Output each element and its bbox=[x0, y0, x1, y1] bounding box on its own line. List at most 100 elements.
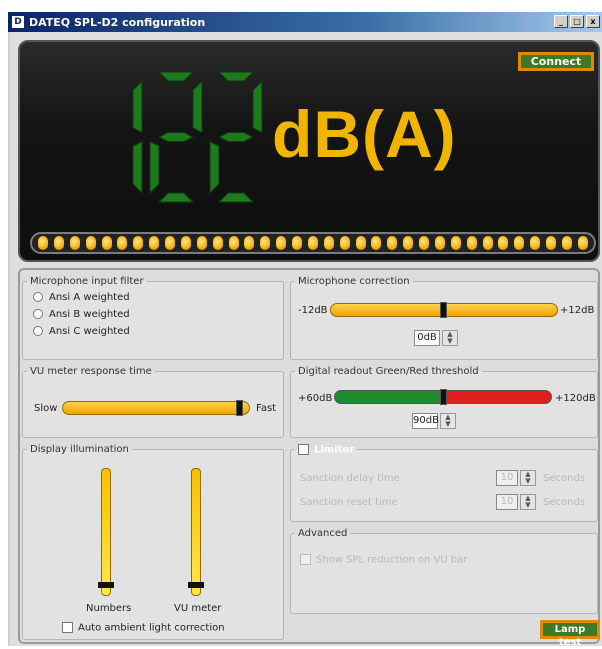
app-icon: D bbox=[12, 16, 24, 28]
led-dot bbox=[387, 236, 398, 250]
window-titlebar: D DATEQ SPL-D2 configuration _ □ x bbox=[8, 12, 602, 32]
led-dot bbox=[355, 236, 366, 250]
led-dot bbox=[371, 236, 382, 250]
led-dot bbox=[514, 236, 525, 250]
led-dot bbox=[434, 236, 445, 250]
radio-ansi-b[interactable]: Ansi B weighted bbox=[33, 307, 283, 321]
numbers-label: Numbers bbox=[86, 603, 132, 614]
maximize-icon[interactable]: □ bbox=[570, 15, 584, 28]
vu-response-max: Fast bbox=[256, 403, 277, 414]
radio-circle-icon bbox=[33, 326, 43, 336]
sanction-reset-stepper[interactable]: 10 ▲ ▼ bbox=[496, 494, 536, 510]
led-dot bbox=[69, 236, 80, 250]
threshold-value[interactable]: 90dB bbox=[412, 413, 439, 429]
checkbox-icon bbox=[62, 622, 73, 633]
mic-correction-legend: Microphone correction bbox=[298, 276, 410, 287]
threshold-stepper[interactable]: 90dB ▲ ▼ bbox=[412, 413, 456, 429]
led-dot bbox=[260, 236, 271, 250]
mic-correction-stepper[interactable]: 0dB ▲ ▼ bbox=[414, 330, 458, 346]
spin-arrows-icon[interactable]: ▲ ▼ bbox=[520, 494, 536, 510]
led-dot bbox=[546, 236, 556, 250]
vu-led-bar bbox=[30, 232, 596, 254]
threshold-legend: Digital readout Green/Red threshold bbox=[298, 366, 479, 377]
connect-button[interactable]: Connect bbox=[518, 52, 594, 71]
vu-response-thumb[interactable] bbox=[236, 400, 243, 416]
checkbox-icon bbox=[300, 554, 311, 565]
radio-circle-icon bbox=[33, 309, 43, 319]
radio-circle-icon bbox=[33, 292, 43, 302]
sanction-delay-value[interactable]: 10 bbox=[496, 470, 518, 486]
vu-response-legend: VU meter response time bbox=[30, 366, 152, 377]
digit-segment bbox=[132, 79, 143, 134]
led-dot bbox=[212, 236, 223, 250]
vu-meter-label: VU meter bbox=[174, 603, 222, 614]
mic-correction-max: +12dB bbox=[560, 305, 595, 316]
mic-correction-min: -12dB bbox=[298, 305, 328, 316]
led-dot bbox=[577, 236, 588, 250]
seven-segment-reading bbox=[132, 72, 263, 203]
threshold-thumb[interactable] bbox=[440, 389, 447, 405]
vu-response-min: Slow bbox=[34, 403, 58, 414]
numbers-brightness-slider[interactable] bbox=[101, 468, 111, 596]
sanction-reset-label: Sanction reset time bbox=[300, 497, 398, 508]
led-dot bbox=[403, 236, 414, 250]
spin-arrows-icon[interactable]: ▲ ▼ bbox=[520, 470, 536, 486]
led-dot bbox=[53, 236, 64, 250]
advanced-group: Advanced bbox=[290, 528, 598, 614]
led-dot bbox=[450, 236, 461, 250]
checkbox-icon bbox=[298, 444, 309, 455]
mic-correction-value[interactable]: 0dB bbox=[414, 330, 440, 346]
radio-label: Ansi A weighted bbox=[49, 291, 130, 303]
minimize-icon[interactable]: _ bbox=[554, 15, 568, 28]
led-dot bbox=[196, 236, 207, 250]
led-dot bbox=[244, 236, 255, 250]
led-dot bbox=[117, 236, 128, 250]
unit-label: dB(A) bbox=[272, 97, 457, 171]
digit-segment bbox=[217, 192, 255, 203]
led-dot bbox=[466, 236, 477, 250]
led-dot bbox=[165, 236, 175, 250]
led-dot bbox=[228, 236, 239, 250]
sanction-delay-unit: Seconds bbox=[543, 473, 586, 484]
mic-filter-group: Microphone input filter Ansi A weighted … bbox=[22, 276, 284, 360]
mic-filter-legend: Microphone input filter bbox=[30, 276, 144, 287]
digit-segment bbox=[192, 79, 203, 134]
close-icon[interactable]: x bbox=[586, 15, 600, 28]
led-dot bbox=[530, 236, 541, 250]
digit-segment bbox=[252, 79, 263, 134]
led-dot bbox=[38, 236, 48, 250]
sanction-delay-stepper[interactable]: 10 ▲ ▼ bbox=[496, 470, 536, 486]
led-dot bbox=[561, 236, 572, 250]
led-dot bbox=[323, 236, 334, 250]
advanced-legend: Advanced bbox=[298, 528, 348, 539]
radio-label: Ansi C weighted bbox=[49, 325, 130, 337]
auto-ambient-checkbox[interactable]: Auto ambient light correction bbox=[62, 622, 225, 634]
vu-brightness-slider[interactable] bbox=[191, 468, 201, 596]
led-dot bbox=[307, 236, 318, 250]
vu-brightness-thumb[interactable] bbox=[188, 582, 204, 588]
lamp-test-button[interactable]: Lamp test bbox=[540, 620, 600, 648]
led-dot bbox=[180, 236, 191, 250]
vu-response-slider[interactable] bbox=[62, 401, 250, 415]
led-dot bbox=[339, 236, 350, 250]
limiter-legend[interactable]: Limiter bbox=[295, 444, 357, 456]
threshold-min: +60dB bbox=[298, 393, 333, 404]
sanction-delay-label: Sanction delay time bbox=[300, 473, 400, 484]
illumination-group: Display illumination bbox=[22, 444, 284, 640]
radio-ansi-c[interactable]: Ansi C weighted bbox=[33, 324, 283, 338]
digit-segment bbox=[157, 192, 195, 203]
led-dot bbox=[292, 236, 302, 250]
show-spl-reduction-checkbox[interactable]: Show SPL reduction on VU bar bbox=[300, 554, 467, 566]
sanction-reset-value[interactable]: 10 bbox=[496, 494, 518, 510]
mic-correction-group: Microphone correction bbox=[290, 276, 598, 360]
show-spl-reduction-label: Show SPL reduction on VU bar bbox=[316, 554, 468, 566]
digit-segment bbox=[158, 72, 194, 82]
led-dot bbox=[498, 236, 509, 250]
mic-correction-thumb[interactable] bbox=[440, 302, 447, 318]
digit-segment bbox=[149, 140, 160, 195]
spin-arrows-icon[interactable]: ▲ ▼ bbox=[442, 330, 458, 346]
spin-arrows-icon[interactable]: ▲ ▼ bbox=[440, 413, 456, 429]
led-dot bbox=[101, 236, 112, 250]
radio-ansi-a[interactable]: Ansi A weighted bbox=[33, 290, 283, 304]
numbers-brightness-thumb[interactable] bbox=[98, 582, 114, 588]
